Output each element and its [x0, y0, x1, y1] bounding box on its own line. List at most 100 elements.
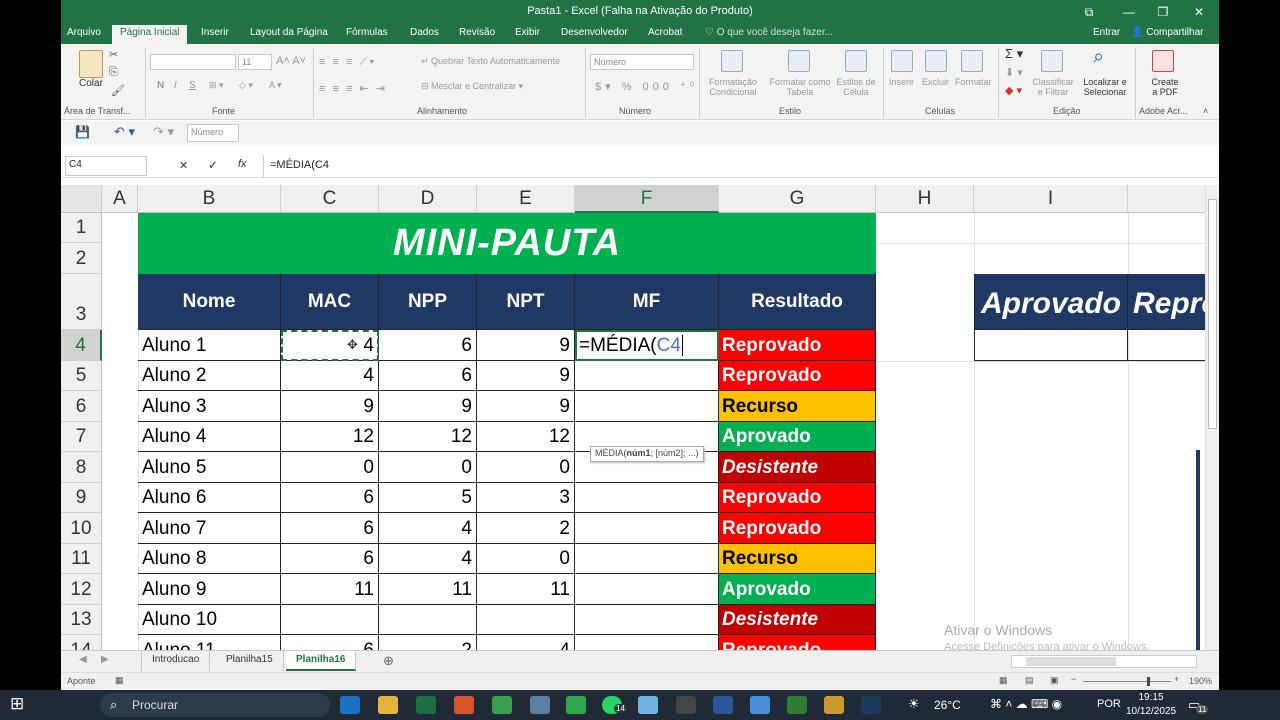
create-pdf-icon[interactable] — [1152, 50, 1174, 72]
cell-npt[interactable]: 3 — [477, 483, 575, 513]
zoom-in-icon[interactable]: + — [1174, 674, 1179, 684]
column-header-j[interactable] — [1128, 185, 1209, 213]
font-name-box[interactable] — [150, 54, 236, 70]
cell-npp[interactable]: 12 — [379, 422, 477, 452]
autosum-icon[interactable]: Σ ▾ — [1005, 46, 1023, 62]
save-icon[interactable]: 💾 — [75, 125, 90, 139]
header-npp[interactable]: NPP — [379, 274, 477, 330]
restore-button[interactable]: ❐ — [1149, 2, 1177, 22]
tab-revisao[interactable]: Revisão — [459, 27, 495, 38]
side-cell-reprovado[interactable] — [1128, 330, 1209, 361]
cell-styles-icon[interactable] — [845, 50, 867, 72]
column-header-f[interactable]: F — [575, 185, 719, 213]
cell-mf[interactable] — [575, 361, 719, 391]
fill-icon[interactable]: ⬇ ▾ — [1005, 66, 1023, 79]
column-header-e[interactable]: E — [477, 185, 575, 213]
header-resultado[interactable]: Resultado — [719, 274, 876, 330]
cell-resultado[interactable]: Reprovado — [719, 513, 876, 544]
paste-icon[interactable] — [79, 50, 103, 78]
column-header-g[interactable]: G — [719, 185, 876, 213]
next-sheet-icon[interactable]: ▶ — [101, 654, 109, 665]
column-header-d[interactable]: D — [379, 185, 477, 213]
sheet-tab-planilha16[interactable]: Planilha16 — [286, 651, 357, 671]
sort-filter-icon[interactable] — [1041, 50, 1063, 72]
cell-npp[interactable]: 0 — [379, 452, 477, 483]
excel-taskbar-icon[interactable] — [416, 696, 436, 714]
cell-npt[interactable]: 9 — [477, 361, 575, 391]
cell-resultado[interactable]: Desistente — [719, 605, 876, 635]
app-icon[interactable] — [787, 696, 807, 714]
ribbon-display-button[interactable]: ⧉ — [1075, 2, 1103, 22]
cell-npt[interactable]: 0 — [477, 544, 575, 574]
app-icon[interactable] — [750, 696, 770, 714]
insert-cells-icon[interactable] — [891, 50, 913, 72]
enter-formula-icon[interactable]: ✓ — [208, 158, 218, 172]
horizontal-scrollbar[interactable] — [1011, 655, 1197, 668]
title-banner[interactable]: MINI-PAUTA — [138, 213, 876, 274]
wrap-text-button[interactable]: ↵ Quebrar Texto Automaticamente — [421, 56, 560, 67]
row-header-9[interactable]: 9 — [61, 483, 102, 513]
edge-icon[interactable] — [340, 696, 360, 714]
cell-resultado[interactable]: Reprovado — [719, 635, 876, 650]
app-icon[interactable] — [454, 696, 474, 714]
row-header-3[interactable]: 3 — [61, 274, 102, 330]
cell-name[interactable]: Aluno 3 — [138, 391, 281, 422]
header-npt[interactable]: NPT — [477, 274, 575, 330]
align-left-icons[interactable]: ≡ ≡ ≡ ⇤ ⇥ — [319, 82, 387, 95]
format-table-icon[interactable] — [788, 50, 810, 72]
fill-color-icon[interactable]: ◇ ▾ — [239, 80, 253, 91]
header-mf[interactable]: MF — [575, 274, 719, 330]
active-cell-editor[interactable]: =MÉDIA(C4 — [575, 330, 719, 361]
prev-sheet-icon[interactable]: ◀ — [79, 654, 87, 665]
zoom-out-icon[interactable]: − — [1071, 674, 1076, 684]
chrome-icon[interactable] — [492, 696, 512, 714]
new-sheet-icon[interactable]: ⊕ — [383, 653, 394, 669]
file-explorer-icon[interactable] — [378, 696, 398, 714]
cell-npt[interactable]: 9 — [477, 330, 575, 361]
cell-styles-label[interactable]: Estilos de Célula — [833, 77, 879, 97]
zoom-level[interactable]: 190% — [1189, 676, 1212, 686]
side-header-reprovado[interactable]: Repro — [1128, 274, 1209, 330]
select-all-button[interactable] — [61, 185, 102, 213]
tell-me-search[interactable]: ♡ O que você deseja fazer... — [705, 27, 833, 38]
cell-mac[interactable]: 6 — [281, 513, 379, 544]
find-select-label[interactable]: Localizar e Selecionar — [1077, 77, 1133, 97]
cell-resultado[interactable]: Aprovado — [719, 422, 876, 452]
tab-pagina-inicial[interactable]: Página Inicial — [112, 25, 188, 44]
merge-center-button[interactable]: ⊟ Mesclar e Centralizar ▾ — [421, 81, 523, 92]
cell-resultado[interactable]: Reprovado — [719, 330, 876, 361]
cell-npt[interactable]: 11 — [477, 574, 575, 605]
italic-button[interactable]: I — [174, 80, 177, 91]
page-break-icon[interactable]: ▣ — [1050, 675, 1059, 686]
row-header-4[interactable]: 4 — [61, 330, 102, 361]
column-header-b[interactable]: B — [138, 185, 281, 213]
macro-record-icon[interactable]: ▦ — [115, 675, 124, 686]
cell-name[interactable]: Aluno 1 — [138, 330, 281, 361]
cell-mac[interactable]: 6 — [281, 483, 379, 513]
cell-name[interactable]: Aluno 10 — [138, 605, 281, 635]
row-header-11[interactable]: 11 — [61, 544, 102, 574]
tray-icons[interactable]: ⌘ ˄ ☁ ⌨ ◉ — [990, 697, 1062, 711]
cell-mac[interactable]: 0 — [281, 452, 379, 483]
sign-in-link[interactable]: Entrar — [1093, 27, 1120, 38]
cell-resultado[interactable]: Recurso — [719, 544, 876, 574]
cell-npt[interactable]: 4 — [477, 635, 575, 650]
cell-name[interactable]: Aluno 2 — [138, 361, 281, 391]
search-icon[interactable]: ⌕ — [1093, 46, 1104, 69]
weather-temp[interactable]: 26°C — [934, 698, 961, 712]
share-button[interactable]: 👤 Compartilhar — [1131, 27, 1203, 38]
format-cells-label[interactable]: Formatar — [955, 77, 992, 87]
cell-npp[interactable]: 4 — [379, 544, 477, 574]
vertical-scrollbar[interactable] — [1205, 185, 1219, 650]
tab-formulas[interactable]: Fórmulas — [346, 27, 388, 38]
minimize-button[interactable]: — — [1115, 2, 1143, 22]
side-cell-aprovado[interactable] — [974, 330, 1128, 361]
tab-exibir[interactable]: Exibir — [515, 27, 540, 38]
cell-resultado[interactable]: Desistente — [719, 452, 876, 483]
format-table-label[interactable]: Formatar como Tabela — [765, 77, 835, 97]
cancel-formula-icon[interactable]: ✕ — [179, 159, 188, 172]
clock-time[interactable]: 19:15 — [1128, 692, 1174, 703]
row-header-2[interactable]: 2 — [61, 243, 102, 274]
cell-mf[interactable] — [575, 574, 719, 605]
undo-icon[interactable]: ↶ ▾ — [114, 124, 135, 140]
